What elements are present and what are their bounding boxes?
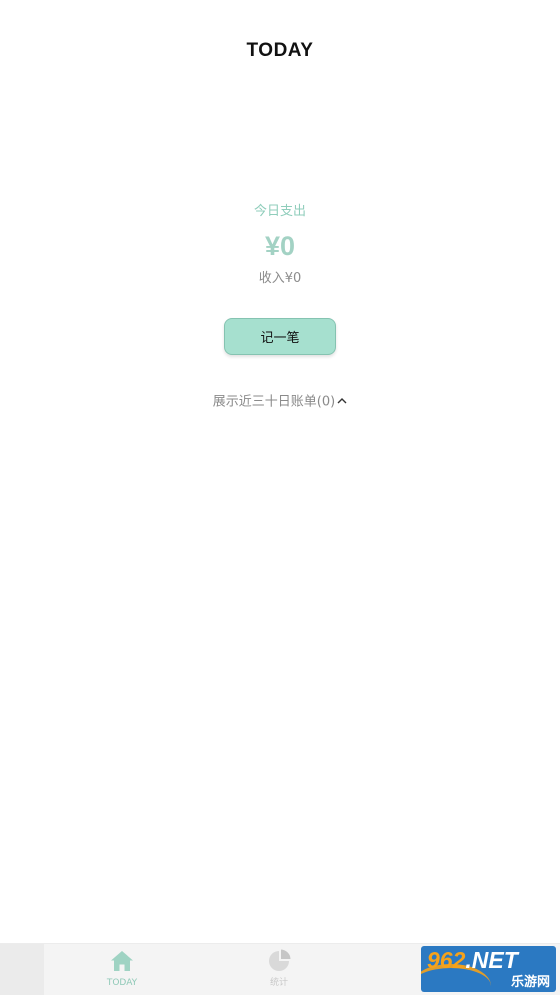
- stats-icon: [266, 948, 292, 974]
- history-toggle[interactable]: 展示近三十日账单(0): [0, 392, 560, 413]
- site-watermark-logo: 962.NET 乐游网: [421, 946, 556, 992]
- watermark-top-text: 962.NET: [427, 947, 518, 973]
- add-record-button[interactable]: 记一笔: [224, 318, 336, 355]
- expense-amount: ¥0: [264, 231, 296, 261]
- income-amount: 收入¥0: [258, 271, 302, 286]
- history-toggle-label: 展示近三十日账单(0): [212, 394, 336, 410]
- chevron-up-icon: [337, 392, 347, 412]
- expense-label: 今日支出: [253, 204, 306, 219]
- home-icon: [109, 948, 135, 974]
- app-screen: TODAY 今日支出 ¥0 收入¥0 记一笔 展示近三十日账单(0) TODAY: [0, 0, 560, 995]
- tab-stats-label: 统计: [269, 978, 288, 988]
- tab-stats[interactable]: 统计: [239, 948, 319, 994]
- add-record-button-label: 记一笔: [260, 331, 300, 346]
- page-title: TODAY: [246, 40, 314, 61]
- watermark-bottom-text: 乐游网: [510, 975, 550, 990]
- tab-today[interactable]: TODAY: [82, 948, 162, 994]
- daily-summary: 今日支出 ¥0 收入¥0: [0, 200, 560, 290]
- tab-bar-edge: [0, 944, 44, 995]
- tab-today-label: TODAY: [106, 978, 138, 988]
